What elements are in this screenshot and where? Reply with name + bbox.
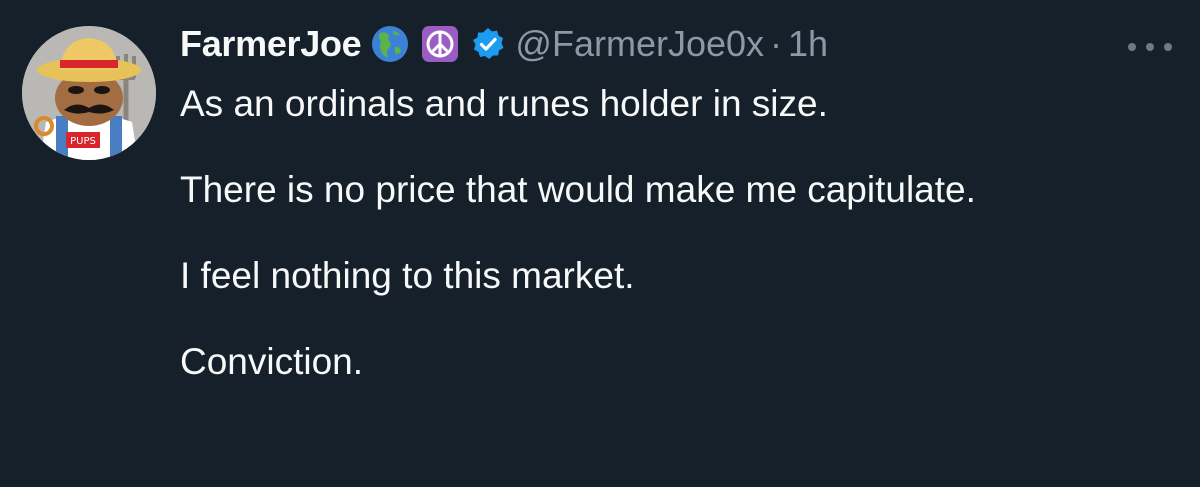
tweet-line-1: As an ordinals and runes holder in size. — [180, 83, 828, 124]
more-dot-2 — [1146, 43, 1154, 51]
svg-text:PUPS: PUPS — [70, 136, 96, 147]
tweet-line-3: I feel nothing to this market. — [180, 255, 635, 296]
tweet-header: FarmerJoe @FarmerJoe0x · 1h — [180, 22, 828, 66]
more-options-icon[interactable] — [1128, 40, 1172, 54]
tweet-text: As an ordinals and runes holder in size.… — [180, 82, 1180, 426]
avatar[interactable]: PUPS — [22, 26, 156, 160]
separator-dot: · — [770, 23, 783, 64]
tweet-line-2: There is no price that would make me cap… — [180, 169, 976, 210]
display-name[interactable]: FarmerJoe — [180, 23, 362, 65]
peace-symbol-icon — [421, 25, 459, 63]
verified-badge-icon[interactable] — [471, 27, 505, 61]
tweet-card[interactable]: PUPS FarmerJoe @FarmerJoe0x · 1h As an o… — [0, 0, 1200, 487]
more-dot-3 — [1164, 43, 1172, 51]
more-dot-1 — [1128, 43, 1136, 51]
user-handle[interactable]: @FarmerJoe0x — [515, 23, 764, 65]
farmer-avatar-image: PUPS — [22, 26, 156, 160]
timestamp[interactable]: 1h — [788, 23, 828, 65]
tweet-line-4: Conviction. — [180, 341, 364, 382]
globe-americas-icon — [371, 25, 409, 63]
